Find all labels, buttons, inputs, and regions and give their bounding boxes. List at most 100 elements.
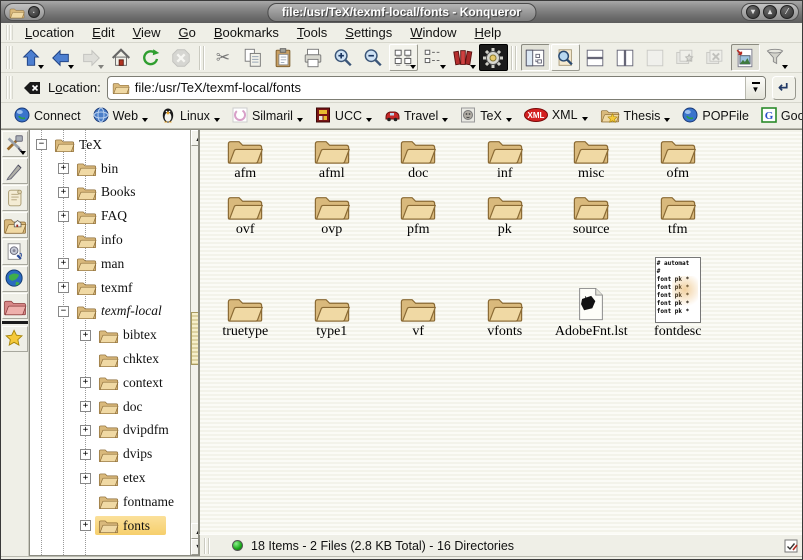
menu-location[interactable]: Location [16, 23, 83, 42]
tree-item-TeX[interactable]: −TeX [30, 133, 190, 157]
tree-item-body[interactable]: TeX [51, 135, 118, 154]
menu-view[interactable]: View [124, 23, 170, 42]
print-button[interactable] [299, 44, 328, 71]
tree-item-label[interactable]: bibtex [123, 327, 157, 343]
tree-expander[interactable]: + [80, 520, 91, 531]
filter-button[interactable] [761, 44, 790, 71]
tree-expander[interactable]: − [36, 139, 47, 150]
folder-ovf[interactable]: ovf [202, 191, 289, 247]
tree-item-body[interactable]: context [95, 373, 179, 392]
zoom-in-button[interactable] [329, 44, 358, 71]
dropdown-arrow-icon[interactable] [214, 118, 220, 122]
tree-item-label[interactable]: context [123, 375, 163, 391]
tree-item-doc[interactable]: + doc [30, 395, 190, 419]
tree-item-dvipdfm[interactable]: +dvipdfm [30, 419, 190, 443]
tree-item-label[interactable]: texmf [101, 280, 133, 296]
tree-item-label[interactable]: dvips [123, 446, 152, 462]
file-fontdesc[interactable]: # automat#font pk *font pk *font pk *fon… [635, 247, 722, 339]
folder-settings-icon[interactable] [784, 539, 798, 553]
tree-item-label[interactable]: etex [123, 470, 146, 486]
tree-item-body[interactable]: fontname [95, 492, 190, 511]
folder-afml[interactable]: afml [289, 135, 376, 191]
thumbnails-button[interactable] [731, 44, 760, 71]
tree-item-context[interactable]: +context [30, 371, 190, 395]
sidebar-pen-button[interactable] [2, 158, 28, 184]
tree-item-texmf-local[interactable]: −texmf-local [30, 300, 190, 324]
tree-item-label[interactable]: info [101, 232, 123, 248]
home-button[interactable] [107, 44, 136, 71]
folder-pfm[interactable]: pfm [375, 191, 462, 247]
cut-button[interactable]: ✂ [209, 44, 238, 71]
go-button[interactable]: ↵ [772, 76, 796, 100]
sidebar-history-button[interactable] [2, 185, 28, 211]
find-button[interactable] [551, 44, 580, 71]
tree-item-bibtex[interactable]: + bibtex [30, 323, 190, 347]
bookmark-tex[interactable]: TeX [455, 105, 519, 126]
dropdown-arrow-icon[interactable] [506, 118, 512, 122]
location-combobox[interactable]: file:/usr/TeX/texmf-local/fonts ▼ [107, 76, 766, 100]
item-label[interactable]: tfm [668, 222, 687, 237]
bookmark-web[interactable]: Web [88, 105, 155, 126]
item-label[interactable]: pk [498, 222, 512, 237]
folder-afm[interactable]: afm [202, 135, 289, 191]
folder-type1[interactable]: type1 [289, 247, 376, 339]
tree-item-etex[interactable]: + etex [30, 466, 190, 490]
item-label[interactable]: ovf [236, 222, 255, 237]
dropdown-arrow-icon[interactable] [410, 65, 416, 69]
item-label[interactable]: ovp [321, 222, 342, 237]
bookmark-linux[interactable]: Linux [155, 105, 227, 126]
minimize-button[interactable]: ▾ [746, 5, 760, 19]
item-label[interactable]: misc [578, 166, 604, 181]
bookmark-connect[interactable]: Connect [9, 105, 88, 126]
tree-item-body[interactable]: doc [95, 397, 159, 416]
sidebar-configure-button[interactable] [2, 131, 28, 157]
tree-item-label[interactable]: doc [123, 399, 143, 415]
folder-vfonts[interactable]: vfonts [462, 247, 549, 339]
dropdown-arrow-icon[interactable] [440, 65, 446, 69]
tree-item-label[interactable]: texmf-local [101, 303, 162, 319]
scrollbar-slider[interactable] [191, 312, 199, 365]
bookmark-popfile[interactable]: POPFile [677, 105, 756, 126]
close-button[interactable]: ⁄ [780, 5, 794, 19]
folder-tfm[interactable]: tfm [635, 191, 722, 247]
item-label[interactable]: pfm [407, 222, 430, 237]
tree-item-label[interactable]: FAQ [101, 208, 127, 224]
item-label[interactable]: fontdesc [654, 324, 701, 339]
back-button[interactable] [47, 44, 76, 71]
menubar-grip[interactable] [6, 25, 13, 40]
tree-item-Books[interactable]: +Books [30, 181, 190, 205]
scroll-down-button[interactable]: ▼ [191, 539, 199, 555]
folder-truetype[interactable]: truetype [202, 247, 289, 339]
split-vertical-button[interactable] [611, 44, 640, 71]
tree-item-body[interactable]: dvipdfm [95, 421, 185, 440]
item-label[interactable]: truetype [222, 324, 268, 339]
tree-expander[interactable]: + [80, 330, 91, 341]
menu-edit[interactable]: Edit [83, 23, 123, 42]
tree-expander[interactable]: + [58, 282, 69, 293]
item-label[interactable]: afml [319, 166, 345, 181]
sidebar-network-button[interactable] [2, 266, 28, 292]
dropdown-arrow-icon[interactable] [68, 65, 74, 69]
folder-pk[interactable]: pk [462, 191, 549, 247]
tree-item-bin[interactable]: +bin [30, 157, 190, 181]
tree-item-texmf[interactable]: + texmf [30, 276, 190, 300]
tree-expander[interactable]: + [80, 401, 91, 412]
clear-location-icon[interactable] [22, 80, 42, 96]
scroll-up-button[interactable]: ▲ [191, 130, 199, 146]
item-label[interactable]: doc [408, 166, 428, 181]
dropdown-arrow-icon[interactable] [664, 118, 670, 122]
directory-icon-view[interactable]: afmafmldocinfmiscofmovfovppfmpksourcetfm… [199, 130, 802, 534]
detail-view-button[interactable] [419, 44, 448, 71]
tree-item-label[interactable]: man [101, 256, 124, 272]
sidebar-button[interactable] [521, 44, 550, 71]
tree-expander[interactable]: + [80, 473, 91, 484]
paste-button[interactable] [269, 44, 298, 71]
tree-item-label[interactable]: chktex [123, 351, 159, 367]
tree-item-label[interactable]: dvipdfm [123, 422, 169, 438]
tree-item-chktex[interactable]: chktex [30, 347, 190, 371]
bookmark-thesis[interactable]: Thesis [595, 105, 678, 126]
bookmark-silmaril[interactable]: Silmaril [227, 105, 310, 126]
tree-expander[interactable]: + [58, 187, 69, 198]
tree-item-body[interactable]: chktex [95, 350, 175, 369]
tree-item-FAQ[interactable]: +FAQ [30, 204, 190, 228]
